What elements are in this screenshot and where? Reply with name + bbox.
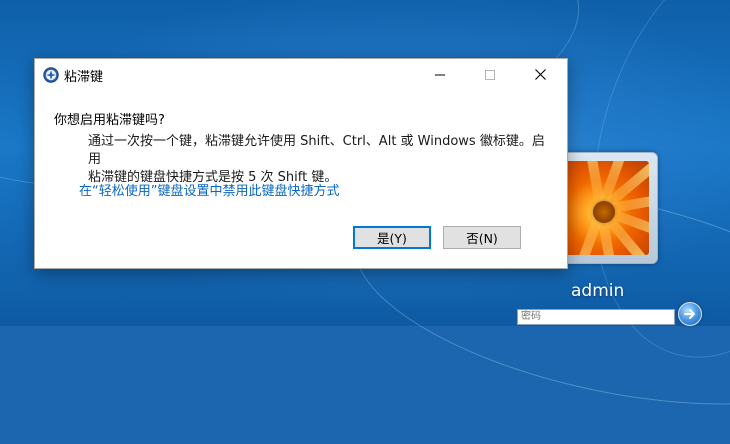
- arrow-right-icon: [684, 309, 695, 319]
- password-input[interactable]: [517, 308, 675, 325]
- dialog-title: 粘滞键: [64, 70, 104, 85]
- login-submit-button[interactable]: [678, 302, 702, 326]
- minimize-button[interactable]: [417, 59, 463, 90]
- sticky-keys-dialog: 粘滞键 你想启用粘滞键吗? 通过一次按一个键，粘滞键允许使用 Shift、Ctr…: [34, 58, 568, 269]
- user-avatar: [565, 161, 649, 255]
- close-button[interactable]: [517, 59, 563, 90]
- dialog-description: 通过一次按一个键，粘滞键允许使用 Shift、Ctrl、Alt 或 Window…: [88, 133, 548, 187]
- accessibility-icon: [43, 67, 59, 83]
- flower-center: [593, 201, 615, 223]
- description-line: 通过一次按一个键，粘滞键允许使用 Shift、Ctrl、Alt 或 Window…: [88, 134, 545, 167]
- user-tile[interactable]: [556, 152, 658, 264]
- maximize-icon: [485, 69, 495, 80]
- disable-shortcut-link[interactable]: 在“轻松使用”键盘设置中禁用此键盘快捷方式: [79, 180, 339, 199]
- dialog-titlebar[interactable]: 粘滞键: [35, 59, 567, 90]
- no-button[interactable]: 否(N): [443, 226, 521, 249]
- dialog-question: 你想启用粘滞键吗?: [54, 113, 165, 128]
- maximize-button[interactable]: [467, 59, 513, 90]
- yes-button[interactable]: 是(Y): [353, 226, 431, 249]
- password-field-wrap: [517, 304, 675, 325]
- login-username: admin: [571, 281, 625, 301]
- close-icon: [534, 69, 546, 80]
- minimize-icon: [435, 74, 445, 75]
